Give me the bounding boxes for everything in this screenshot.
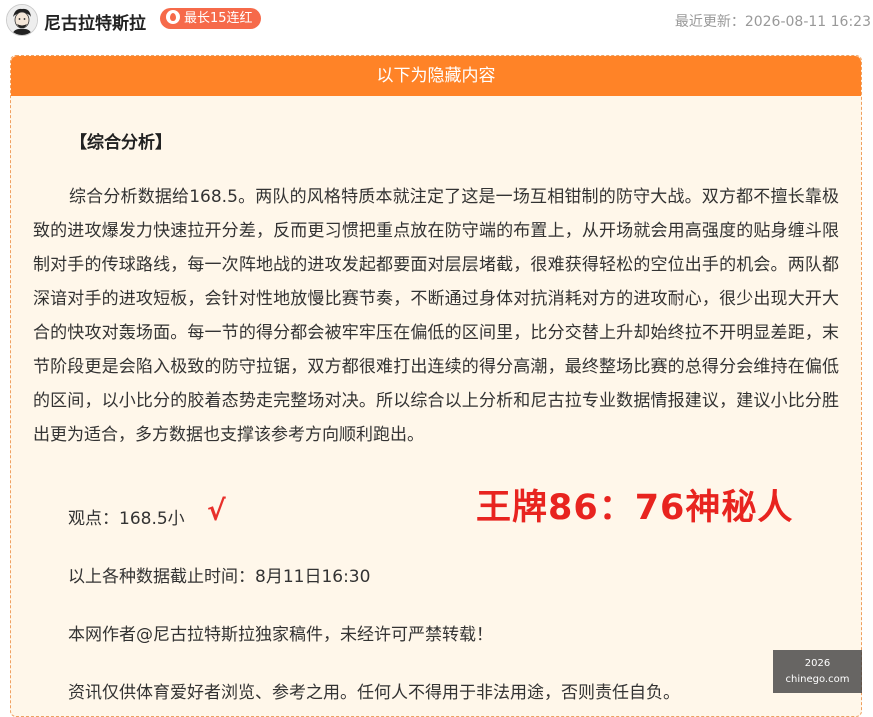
- streak-badge: 最长15连红: [160, 8, 261, 29]
- last-updated: 最近更新：2026-08-11 16:23: [675, 11, 871, 31]
- updated-time: 2026-08-11 16:23: [744, 14, 871, 30]
- final-score: 王牌86：76神秘人: [476, 488, 794, 528]
- flame-icon: [166, 10, 180, 24]
- site-watermark: 2026 chinego.com: [773, 650, 862, 693]
- watermark-line-2: chinego.com: [785, 674, 850, 685]
- check-mark: √: [207, 494, 226, 527]
- post-header: 尼古拉特斯拉 最长15连红 最近更新：2026-08-11 16:23: [0, 0, 873, 40]
- disclaimer-line: 资讯仅供体育爱好者浏览、参考之用。任何人不得用于非法用途，否则责任自负。: [68, 683, 680, 703]
- author-name[interactable]: 尼古拉特斯拉: [44, 9, 146, 34]
- hidden-content-title: 以下为隐藏内容: [11, 56, 861, 96]
- hidden-content-box: 以下为隐藏内容 【综合分析】 综合分析数据给168.5。两队的风格特质本就注定了…: [10, 55, 862, 717]
- analysis-paragraph: 综合分析数据给168.5。两队的风格特质本就注定了这是一场互相钳制的防守大战。双…: [33, 187, 839, 445]
- streak-badge-label: 最长15连红: [184, 11, 253, 26]
- author-avatar[interactable]: [6, 4, 38, 36]
- cutoff-line: 以上各种数据截止时间：8月11日16:30: [68, 567, 371, 587]
- copyright-line: 本网作者@尼古拉特斯拉独家稿件，未经许可严禁转载！: [68, 625, 493, 645]
- updated-label: 最近更新：: [674, 14, 745, 30]
- section-title: 【综合分析】: [70, 133, 172, 153]
- watermark-line-1: 2026: [804, 658, 831, 669]
- viewpoint-line: 观点：168.5小: [68, 509, 185, 529]
- avatar-portrait-icon: [7, 5, 37, 35]
